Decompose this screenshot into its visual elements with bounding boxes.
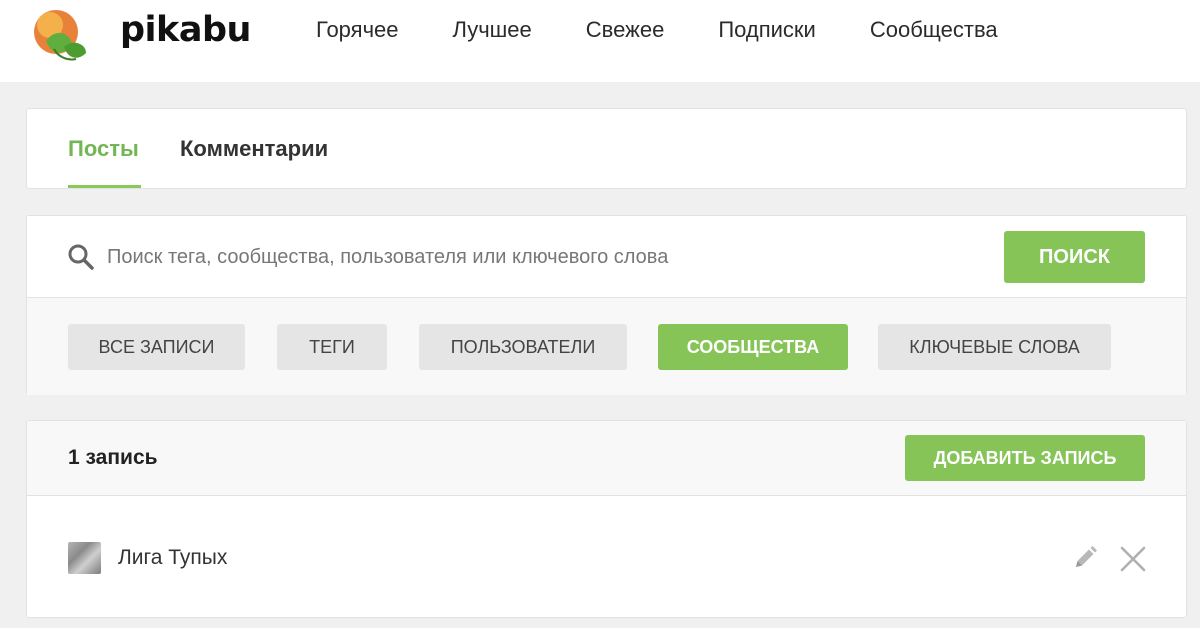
search-panel: ПОИСК ВСЕ ЗАПИСИ ТЕГИ ПОЛЬЗОВАТЕЛИ СООБЩ… [26,215,1187,395]
search-button[interactable]: ПОИСК [1004,231,1145,283]
filter-all-records[interactable]: ВСЕ ЗАПИСИ [68,324,245,370]
search-input[interactable] [107,236,957,278]
nav-item-subscriptions[interactable]: Подписки [718,17,816,43]
close-icon[interactable] [1119,545,1147,573]
logo[interactable]: pikabu [28,6,251,66]
nav-item-hot[interactable]: Горячее [316,17,399,43]
community-name[interactable]: Лига Тупых [118,546,227,570]
records-count: 1 запись [68,446,158,469]
community-avatar [68,542,101,574]
tab-comments[interactable]: Комментарии [180,136,328,162]
brand-name: pikabu [120,10,251,50]
search-bar: ПОИСК [27,216,1186,298]
records-panel: 1 запись ДОБАВИТЬ ЗАПИСЬ Лига Тупых [26,420,1187,618]
site-header: pikabu Горячее Лучшее Свежее Подписки Со… [0,0,1200,82]
records-header: 1 запись ДОБАВИТЬ ЗАПИСЬ [27,421,1186,496]
search-icon [68,244,94,270]
nav-item-communities[interactable]: Сообщества [870,17,998,43]
pikabu-logo-icon [34,10,86,61]
add-record-button[interactable]: ДОБАВИТЬ ЗАПИСЬ [905,435,1145,481]
pencil-icon[interactable] [1072,545,1098,571]
main-nav: Горячее Лучшее Свежее Подписки Сообществ… [316,0,1052,60]
filter-communities[interactable]: СООБЩЕСТВА [658,324,848,370]
content-tabs: Посты Комментарии [26,108,1187,189]
filter-tags[interactable]: ТЕГИ [277,324,387,370]
nav-item-new[interactable]: Свежее [586,17,665,43]
filter-users[interactable]: ПОЛЬЗОВАТЕЛИ [419,324,627,370]
filter-keywords[interactable]: КЛЮЧЕВЫЕ СЛОВА [878,324,1111,370]
nav-item-best[interactable]: Лучшее [453,17,532,43]
active-tab-indicator [68,185,141,188]
search-filters: ВСЕ ЗАПИСИ ТЕГИ ПОЛЬЗОВАТЕЛИ СООБЩЕСТВА … [27,298,1186,395]
list-item: Лига Тупых [27,496,1186,618]
tab-posts[interactable]: Посты [68,136,139,162]
